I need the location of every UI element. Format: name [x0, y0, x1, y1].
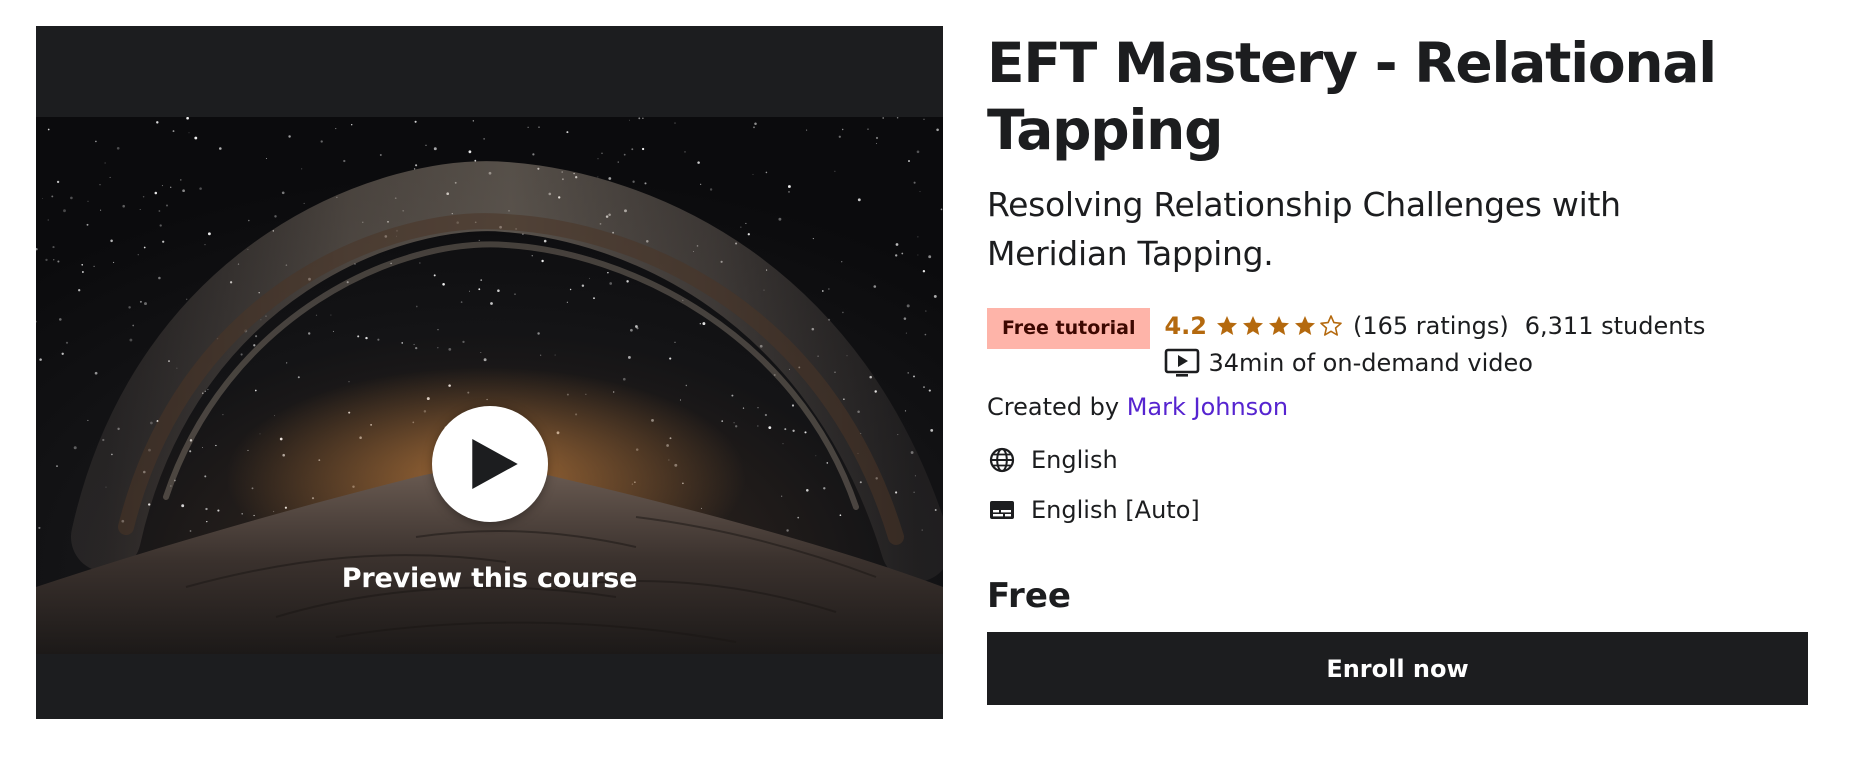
star-full-icon: [1295, 316, 1315, 335]
star-full-icon: [1243, 316, 1263, 335]
rating-line: 4.2 (165 ratings) 6,311 students: [1164, 308, 1705, 344]
ratings-count: (165 ratings): [1353, 312, 1509, 340]
star-full-icon: [1269, 316, 1289, 335]
play-button[interactable]: [432, 406, 548, 522]
enroll-now-button[interactable]: Enroll now: [987, 632, 1808, 705]
captions-row: English [Auto]: [987, 495, 1200, 525]
created-by: Created by Mark Johnson: [987, 393, 1288, 421]
rating-value: 4.2: [1164, 312, 1207, 340]
course-landing-page: Preview this course EFT Mastery - Relati…: [0, 0, 1858, 778]
free-tutorial-badge: Free tutorial: [987, 308, 1151, 349]
preview-label: Preview this course: [341, 563, 638, 594]
created-by-label: Created by: [987, 393, 1120, 421]
course-preview[interactable]: Preview this course: [36, 26, 943, 719]
video-length-line: 34min of on-demand video: [1164, 345, 1705, 381]
language-row: English: [987, 445, 1118, 475]
course-meta: Free tutorial 4.2 (165 ratings) 6,311 st…: [987, 308, 1705, 381]
globe-icon: [989, 447, 1015, 473]
course-title: EFT Mastery - Relational Tapping: [987, 31, 1717, 162]
closed-captions-icon: [990, 501, 1014, 519]
language: English: [1031, 446, 1118, 474]
students-count: 6,311 students: [1524, 312, 1706, 340]
play-icon: [471, 439, 518, 489]
video-icon: [1165, 348, 1200, 377]
video-length: 34min of on-demand video: [1208, 349, 1533, 377]
instructor-link[interactable]: Mark Johnson: [1127, 393, 1288, 421]
course-subtitle: Resolving Relationship Challenges with M…: [987, 185, 1621, 273]
captions: English [Auto]: [1031, 496, 1200, 524]
price: Free: [987, 576, 1071, 616]
star-empty-icon: [1320, 315, 1342, 336]
star-full-icon: [1217, 316, 1237, 335]
rating-stars: [1215, 314, 1345, 338]
